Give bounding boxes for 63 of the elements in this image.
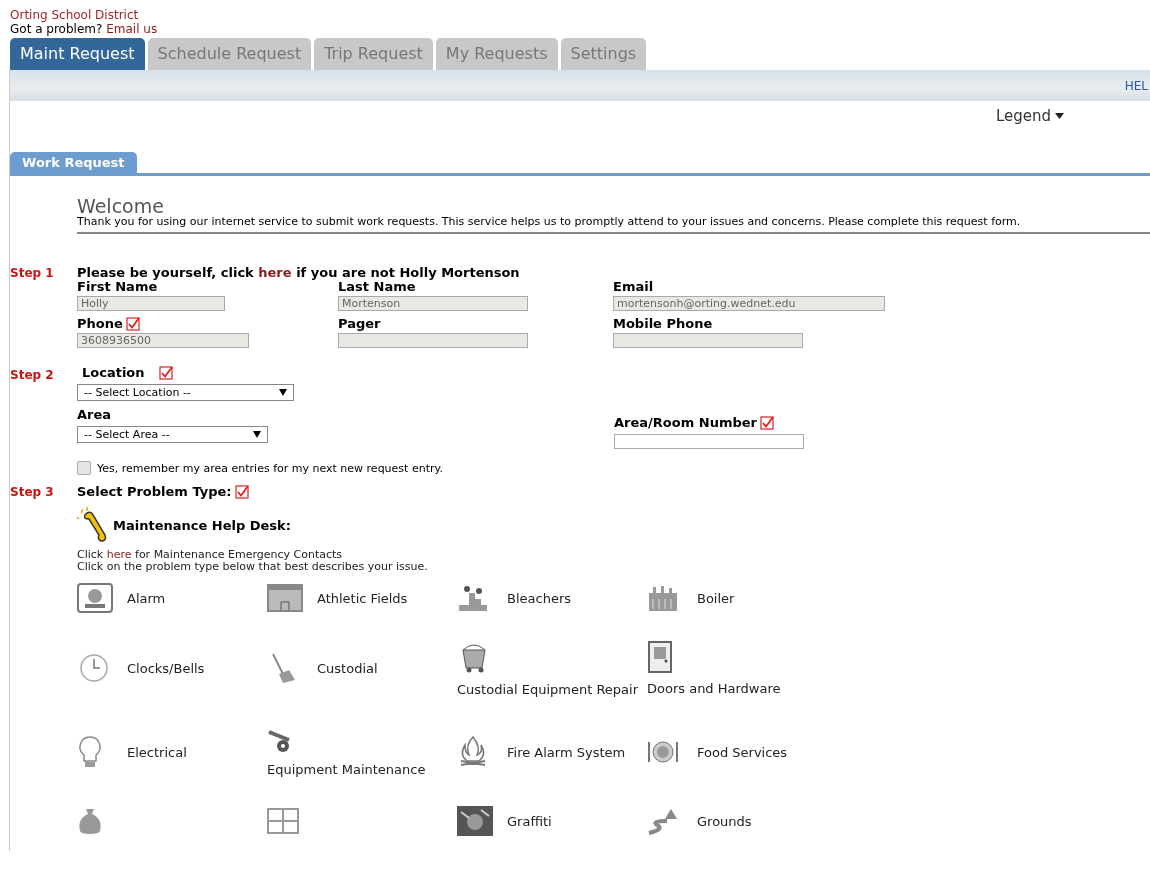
here-link[interactable]: here [258, 265, 292, 280]
field-label: Mobile Phone [613, 317, 713, 331]
problem-type-link[interactable]: Fire Alarm System [507, 744, 626, 760]
caret-icon [279, 389, 287, 396]
area-select[interactable]: -- Select Area -- [77, 426, 268, 443]
problem-type-link[interactable]: Alarm [127, 590, 166, 606]
room-number-field[interactable] [614, 434, 804, 449]
problem-type-link[interactable]: Grounds [697, 813, 752, 829]
problem-type-link[interactable]: Electrical [127, 744, 187, 760]
email-link[interactable]: Email us [106, 22, 158, 36]
help-desk-title: Maintenance Help Desk: [113, 517, 291, 533]
problem-type-link[interactable]: Boiler [697, 590, 735, 606]
problem-type-link[interactable]: Athletic Fields [317, 590, 408, 606]
step-label: Step 1 [10, 266, 55, 282]
window-icon [267, 808, 299, 834]
here-link[interactable]: here [106, 548, 132, 561]
problem-type-link[interactable]: Equipment Maintenance [267, 761, 426, 777]
problem-type-link[interactable]: Food Services [697, 744, 788, 760]
field-label: Location [82, 366, 145, 380]
field-label: Pager [338, 317, 381, 331]
problem-type-link[interactable]: Custodial Equipment Repair [457, 681, 639, 697]
field-label: First Name [77, 280, 158, 294]
problem-type-link[interactable]: Bleachers [507, 590, 571, 606]
door-icon [647, 640, 673, 673]
problem-type-link[interactable]: Clocks/Bells [127, 660, 205, 676]
legend-dropdown[interactable]: Legend [995, 106, 1064, 126]
step-title: Select Problem Type: [77, 485, 232, 499]
instruction-text: Click on the problem type below that best describes your issue. [77, 561, 429, 573]
caret-icon [253, 431, 261, 438]
money-bag-icon [77, 807, 103, 835]
clock-icon [77, 653, 111, 683]
nav-tab[interactable]: Maint Request [10, 38, 145, 70]
text-field[interactable]: 3608936500 [77, 333, 249, 348]
field-label: Last Name [338, 280, 416, 294]
contact-text: Got a problem? [10, 22, 103, 36]
text-field[interactable]: Mortenson [338, 296, 528, 311]
field-label: Area/Room Number [614, 416, 757, 430]
field-icon [267, 584, 303, 612]
step-label: Step 3 [10, 485, 55, 501]
welcome-text: Thank you for using our internet service to submit work requests. This service helps us to promptly attend to your issues and concerns. Please complete this request form. [77, 216, 1022, 227]
checkbox-label: Yes, remember my area entries for my next new request entry. [97, 461, 443, 475]
field-label: Area [77, 408, 112, 422]
text-field[interactable]: Holly [77, 296, 225, 311]
help-link[interactable]: HEL [1124, 78, 1148, 93]
text-field[interactable] [613, 333, 803, 348]
field-label: Phone [77, 317, 123, 331]
caret-icon [1055, 113, 1064, 119]
problem-type-link[interactable]: Doors and Hardware [647, 680, 781, 696]
field-label: Email [613, 280, 654, 294]
welcome-title: Welcome [77, 196, 165, 216]
checkbox[interactable] [77, 461, 91, 475]
lightbulb-icon [77, 735, 103, 769]
problem-type-link[interactable]: Graffiti [507, 813, 552, 829]
text-field[interactable]: mortensonh@orting.wednet.edu [613, 296, 885, 311]
location-select[interactable]: -- Select Location -- [77, 384, 294, 401]
contacts-text: Click here for Maintenance Emergency Contacts [77, 549, 344, 561]
plate-icon [647, 740, 679, 764]
step-label: Step 2 [10, 367, 55, 384]
district-name: Orting School District [10, 8, 139, 22]
text-field[interactable] [338, 333, 528, 348]
problem-type-link[interactable]: Custodial [317, 660, 378, 676]
intro-text: Please be yourself, click here if you are not Holly Mortenson [77, 266, 521, 280]
factory-icon [647, 583, 679, 613]
